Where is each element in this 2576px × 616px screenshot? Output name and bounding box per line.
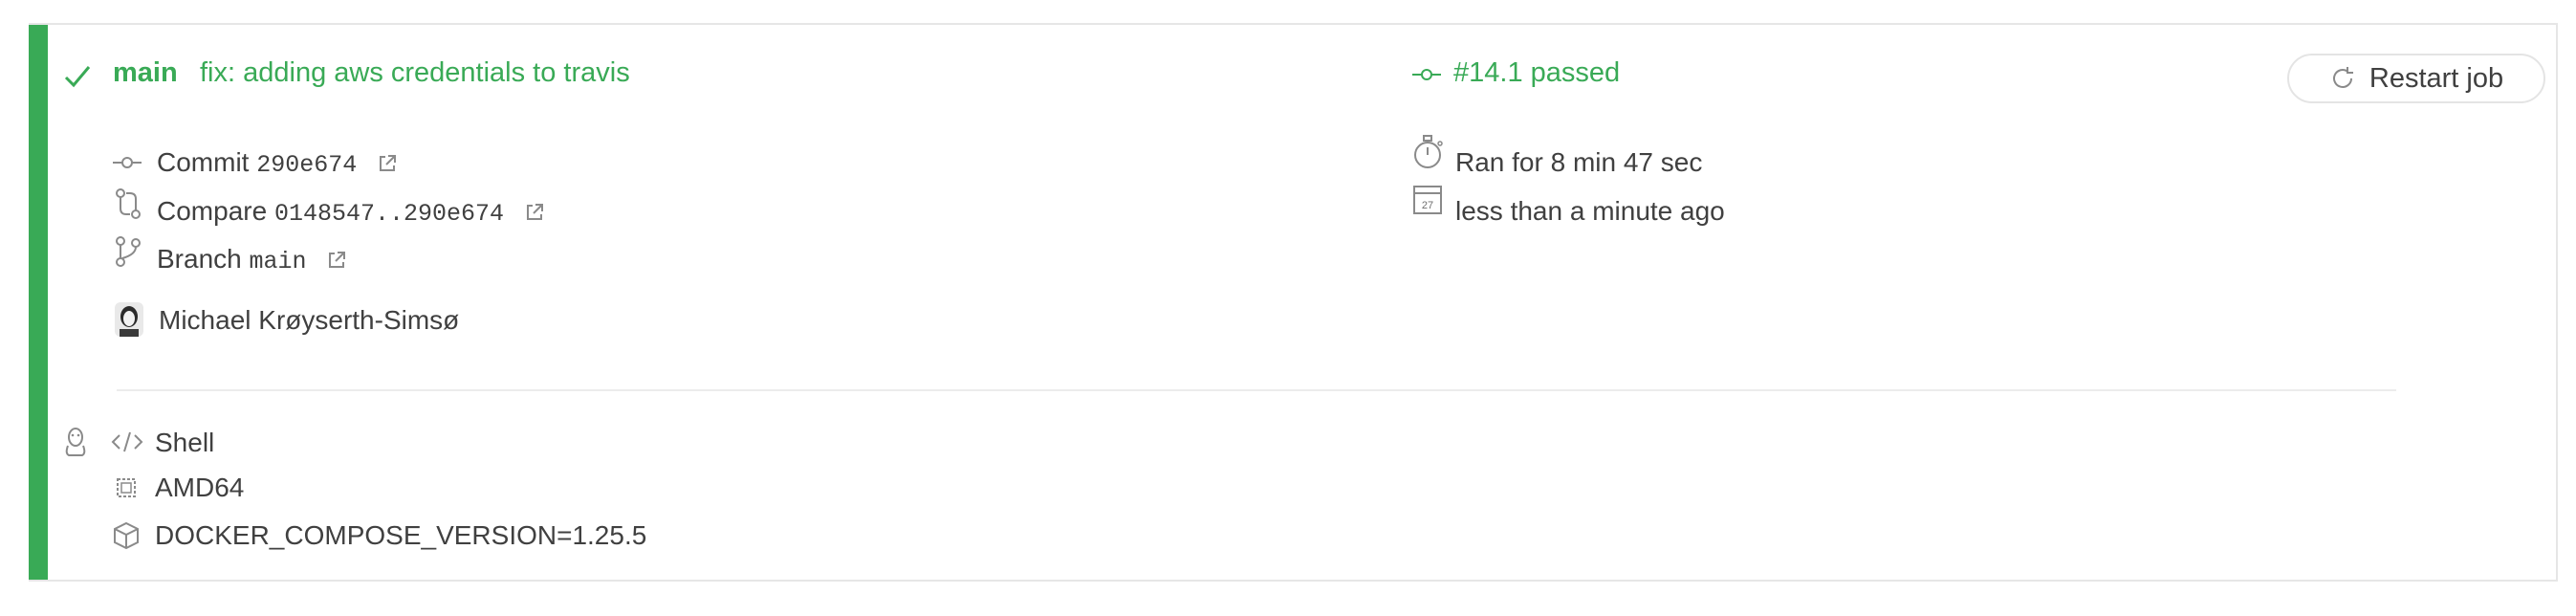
branch-value[interactable]: main	[250, 248, 307, 275]
linux-tux-icon	[63, 427, 88, 457]
calendar-icon: 27	[1413, 186, 1442, 214]
cpu-icon	[113, 474, 140, 501]
build-number-status[interactable]: #14.1 passed	[1453, 56, 1620, 89]
compare-row[interactable]: Compare 0148547..290e674	[157, 195, 544, 231]
avatar	[115, 302, 143, 337]
compare-range[interactable]: 0148547..290e674	[274, 200, 504, 228]
compare-label: Compare	[157, 196, 268, 226]
run-duration: Ran for 8 min 47 sec	[1455, 147, 1703, 177]
finished-time: less than a minute ago	[1455, 196, 1725, 226]
branch-label: Branch	[157, 244, 242, 274]
commit-row[interactable]: Commit 290e674	[157, 146, 397, 182]
restart-job-button[interactable]: Restart job	[2287, 54, 2545, 103]
commit-message: fix: adding aws credentials to travis	[200, 57, 630, 88]
job-header-card: main fix: adding aws credentials to trav…	[29, 23, 2558, 582]
external-link-icon[interactable]	[378, 148, 397, 181]
restart-icon	[2329, 65, 2356, 92]
section-divider	[117, 389, 2396, 391]
author-name[interactable]: Michael Krøyserth-Simsø	[159, 304, 459, 337]
package-icon	[111, 520, 142, 551]
architecture: AMD64	[155, 473, 245, 502]
calendar-day: 27	[1422, 200, 1433, 211]
branch-name[interactable]: main	[113, 56, 178, 89]
code-icon	[111, 430, 143, 453]
restart-job-label: Restart job	[2369, 62, 2504, 94]
commit-label: Commit	[157, 147, 250, 177]
language: Shell	[155, 428, 215, 457]
external-link-icon[interactable]	[327, 245, 346, 277]
build-commit-icon	[1412, 68, 1441, 81]
branch-row[interactable]: Branch main	[157, 243, 346, 278]
branch-icon	[115, 235, 142, 268]
env-variable: DOCKER_COMPOSE_VERSION=1.25.5	[155, 520, 647, 550]
status-accent-bar	[29, 25, 48, 580]
compare-icon	[115, 187, 142, 220]
check-icon	[63, 63, 92, 90]
stopwatch-icon	[1413, 134, 1444, 170]
external-link-icon[interactable]	[525, 197, 544, 230]
commit-icon	[113, 156, 142, 169]
commit-sha[interactable]: 290e674	[256, 151, 357, 179]
